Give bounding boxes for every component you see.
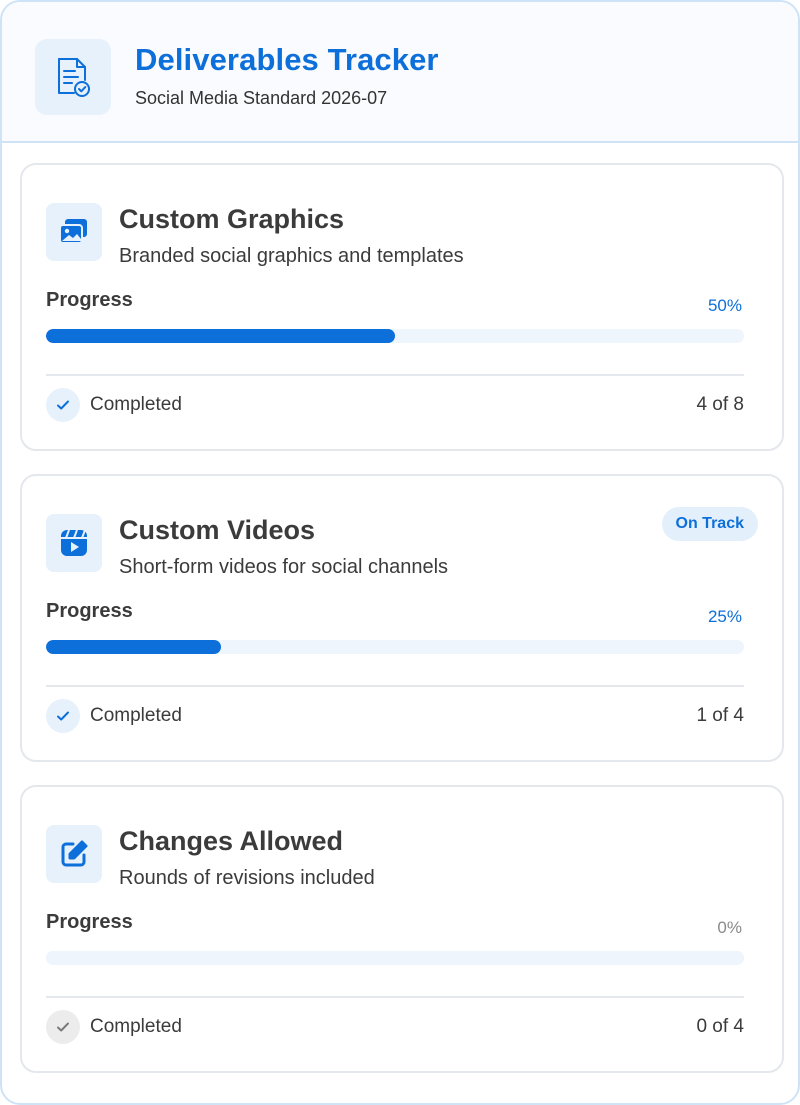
completed-count: 4 of 8	[696, 394, 744, 415]
progress-bar-fill	[46, 640, 221, 654]
progress-bar	[46, 951, 744, 965]
tracker-header: Deliverables Tracker Social Media Standa…	[2, 2, 798, 143]
divider	[46, 996, 744, 998]
progress-percent: 0%	[717, 918, 742, 937]
progress-label: Progress	[46, 911, 133, 933]
divider	[46, 374, 744, 376]
card-description: Rounds of revisions included	[119, 867, 375, 889]
deliverable-card-custom-videos: Custom Videos Short-form videos for soci…	[20, 474, 784, 762]
video-play-icon	[46, 514, 102, 572]
check-icon	[46, 699, 80, 733]
completed-label: Completed	[90, 705, 182, 726]
check-icon	[46, 388, 80, 422]
document-check-icon	[35, 39, 111, 115]
images-icon	[46, 203, 102, 261]
card-title: Custom Videos	[119, 515, 316, 545]
card-title: Custom Graphics	[119, 204, 345, 234]
completed-count: 0 of 4	[696, 1016, 744, 1037]
completed-count: 1 of 4	[696, 705, 744, 726]
progress-label: Progress	[46, 289, 133, 311]
edit-pencil-icon	[46, 825, 102, 883]
card-description: Short-form videos for social channels	[119, 556, 449, 578]
card-description: Branded social graphics and templates	[119, 245, 464, 267]
completed-label: Completed	[90, 394, 182, 415]
completed-label: Completed	[90, 1016, 182, 1037]
divider	[46, 685, 744, 687]
progress-bar-fill	[46, 329, 395, 343]
progress-percent: 25%	[707, 607, 742, 626]
status-badge: On Track	[661, 507, 758, 541]
deliverable-card-custom-graphics: Custom Graphics Branded social graphics …	[20, 163, 784, 451]
page-title: Deliverables Tracker	[135, 42, 439, 77]
deliverables-tracker-panel: Deliverables Tracker Social Media Standa…	[0, 0, 800, 1105]
page-subtitle: Social Media Standard 2026-07	[135, 88, 388, 108]
progress-bar	[46, 640, 744, 654]
card-title: Changes Allowed	[119, 826, 344, 856]
progress-label: Progress	[46, 600, 133, 622]
progress-percent: 50%	[707, 296, 742, 315]
deliverable-card-changes-allowed: Changes Allowed Rounds of revisions incl…	[20, 785, 784, 1073]
progress-bar	[46, 329, 744, 343]
check-icon	[46, 1010, 80, 1044]
